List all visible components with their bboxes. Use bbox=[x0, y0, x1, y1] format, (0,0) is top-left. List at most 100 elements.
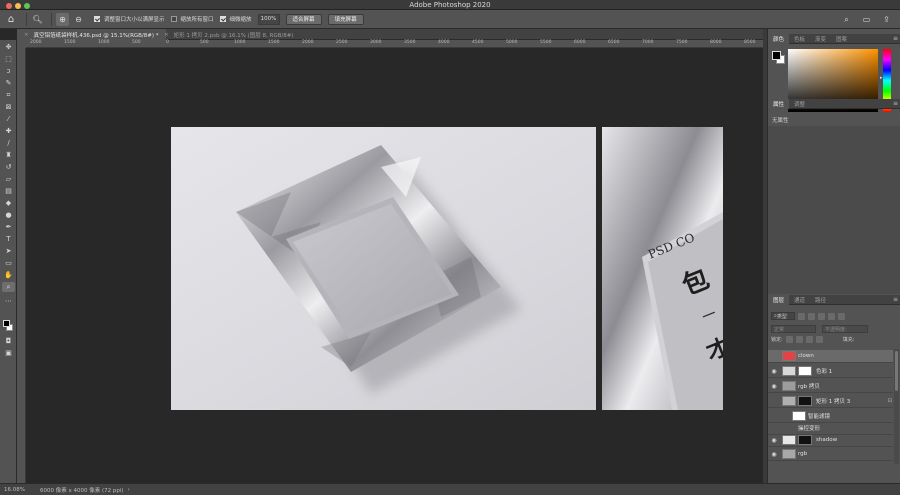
visibility-eye-icon[interactable]: ◉ bbox=[768, 368, 780, 375]
foreground-color-swatch[interactable] bbox=[3, 320, 10, 327]
resize-windows-checkbox[interactable]: 调整窗口大小以满屏显示 bbox=[94, 15, 165, 23]
more-tools-icon[interactable]: ⋯ bbox=[2, 296, 15, 306]
screen-mode-icon[interactable]: ▣ bbox=[2, 348, 15, 358]
fit-screen-button[interactable]: 适合屏幕 bbox=[285, 13, 322, 25]
document-canvas[interactable] bbox=[171, 127, 596, 410]
layer-row[interactable]: ◉ rgb 拷贝 bbox=[768, 380, 893, 393]
filter-smart-object-icon[interactable] bbox=[838, 312, 845, 320]
ruler-tick-label: 2500 bbox=[336, 40, 348, 45]
share-icon[interactable]: ⇪ bbox=[880, 13, 893, 26]
zoom-out-icon[interactable]: ⊖ bbox=[72, 13, 85, 26]
workspace-icon[interactable]: ▭ bbox=[860, 13, 873, 26]
visibility-eye-icon[interactable]: ◉ bbox=[768, 437, 780, 444]
eraser-tool-icon[interactable]: ▱ bbox=[2, 174, 15, 184]
frame-tool-icon[interactable]: ⊠ bbox=[2, 102, 15, 112]
panel-menu-icon[interactable]: ≡ bbox=[893, 296, 898, 303]
fill-screen-button[interactable]: 填充屏幕 bbox=[327, 13, 364, 25]
filter-adjustment-icon[interactable] bbox=[808, 312, 815, 320]
zoom-level[interactable]: 16.08% bbox=[4, 487, 34, 493]
move-tool-icon[interactable]: ✥ bbox=[2, 42, 15, 52]
tab-channels[interactable]: 通道 bbox=[789, 295, 810, 305]
properties-panel-body bbox=[768, 126, 900, 294]
close-tab-icon[interactable]: × bbox=[164, 32, 169, 38]
panel-menu-icon[interactable]: ≡ bbox=[893, 100, 898, 107]
blur-tool-icon[interactable]: ◆ bbox=[2, 198, 15, 208]
crop-tool-icon[interactable]: ⌗ bbox=[2, 90, 15, 100]
blend-mode-select[interactable]: 正常 bbox=[771, 325, 816, 333]
zoom-in-icon[interactable]: ⊕ bbox=[56, 12, 69, 26]
layer-thumbnail[interactable] bbox=[782, 449, 796, 459]
dodge-tool-icon[interactable]: ● bbox=[2, 210, 15, 220]
visibility-eye-icon[interactable]: ◉ bbox=[768, 451, 780, 458]
tab-gradients[interactable]: 渐变 bbox=[810, 34, 831, 44]
panel-menu-icon[interactable]: ≡ bbox=[893, 35, 898, 42]
tab-document-1[interactable]: × 真空铝箔纸袋样机.436.psd @ 15.1%(RGB/8#) * bbox=[17, 29, 166, 40]
layer-mask-thumbnail[interactable] bbox=[798, 366, 812, 376]
layer-thumbnail[interactable] bbox=[782, 366, 796, 376]
type-tool-icon[interactable]: T bbox=[2, 234, 15, 244]
clone-stamp-icon[interactable]: ♜ bbox=[2, 150, 15, 160]
close-tab-icon[interactable]: × bbox=[24, 32, 29, 38]
scrubby-zoom-checkbox[interactable]: 细微缩放 bbox=[219, 15, 252, 23]
lock-artboard-icon[interactable] bbox=[805, 336, 813, 343]
layer-thumbnail[interactable] bbox=[782, 351, 796, 361]
lock-all-icon[interactable] bbox=[815, 336, 823, 343]
gradient-tool-icon[interactable]: ▤ bbox=[2, 186, 15, 196]
ruler-tick-label: 0 bbox=[166, 40, 169, 45]
document-info[interactable]: 6000 像素 x 4000 像素 (72 ppi) bbox=[40, 486, 124, 494]
layer-row[interactable]: ◉ shadow bbox=[768, 434, 893, 447]
canvas-area[interactable]: PSD CO 包 一 才 bbox=[26, 48, 763, 483]
visibility-eye-icon[interactable]: ◉ bbox=[768, 383, 780, 390]
layer-row[interactable]: ◉ rgb bbox=[768, 448, 893, 461]
lock-position-icon[interactable] bbox=[795, 336, 803, 343]
opacity-field[interactable]: 不透明度: bbox=[822, 325, 868, 333]
layer-row[interactable]: clown bbox=[768, 350, 893, 363]
home-icon[interactable]: ⌂ bbox=[0, 10, 22, 29]
eyedropper-tool-icon[interactable]: ⁄ bbox=[2, 114, 15, 124]
hue-slider-marker[interactable]: ▸ bbox=[880, 75, 883, 81]
tab-document-2[interactable]: × 矩形 1 拷贝 2.psb @ 16.1% (图层 8, RGB/8#) bbox=[157, 29, 301, 40]
filter-pixel-icon[interactable] bbox=[798, 312, 805, 320]
lock-pixels-icon[interactable] bbox=[785, 336, 793, 343]
layer-row[interactable]: 矩形 1 拷贝 3 ⊡ bbox=[768, 395, 893, 408]
layer-row[interactable]: ◉ 色彩 1 bbox=[768, 365, 893, 378]
zoom-value-field[interactable]: 100% bbox=[257, 13, 280, 25]
tab-color[interactable]: 颜色 bbox=[768, 33, 790, 44]
quick-select-tool-icon[interactable]: ✎ bbox=[2, 78, 15, 88]
smart-object-icon[interactable]: ⊡ bbox=[888, 398, 892, 404]
tab-paths[interactable]: 路径 bbox=[810, 295, 831, 305]
filter-type-icon[interactable] bbox=[818, 312, 825, 320]
shape-tool-icon[interactable]: ▭ bbox=[2, 258, 15, 268]
status-menu-icon[interactable]: › bbox=[128, 487, 130, 493]
foreground-color-chip[interactable] bbox=[772, 51, 781, 60]
healing-brush-icon[interactable]: ✚ bbox=[2, 126, 15, 136]
layer-thumbnail[interactable] bbox=[782, 435, 796, 445]
layer-mask-thumbnail[interactable] bbox=[798, 396, 812, 406]
zoom-all-windows-checkbox[interactable]: 缩放所有窗口 bbox=[170, 15, 214, 23]
hand-tool-icon[interactable]: ✋ bbox=[2, 270, 15, 280]
layer-thumbnail[interactable] bbox=[782, 381, 796, 391]
secondary-document-canvas[interactable]: PSD CO 包 一 才 bbox=[602, 127, 723, 410]
pen-tool-icon[interactable]: ✒ bbox=[2, 222, 15, 232]
layer-thumbnail[interactable] bbox=[792, 411, 806, 421]
tab-adjustments[interactable]: 调整 bbox=[789, 99, 810, 109]
layer-mask-thumbnail[interactable] bbox=[798, 435, 812, 445]
zoom-tool-icon[interactable]: ⌕ bbox=[2, 282, 15, 292]
search-icon[interactable]: ⌕ bbox=[840, 13, 853, 26]
zoom-tool-preset-icon[interactable]: 🔍︎ bbox=[31, 13, 44, 26]
ruler-tick-label: 500 bbox=[200, 40, 209, 45]
marquee-tool-icon[interactable]: ⬚ bbox=[2, 54, 15, 64]
tab-layers[interactable]: 图层 bbox=[768, 294, 790, 305]
path-select-tool-icon[interactable]: ➤ bbox=[2, 246, 15, 256]
brush-tool-icon[interactable]: ∕ bbox=[2, 138, 15, 148]
filter-shape-icon[interactable] bbox=[828, 312, 835, 320]
layers-scrollbar[interactable] bbox=[894, 349, 899, 464]
tab-properties[interactable]: 属性 bbox=[768, 98, 790, 109]
tab-swatches[interactable]: 色板 bbox=[789, 34, 810, 44]
layer-thumbnail[interactable] bbox=[782, 396, 796, 406]
quick-mask-icon[interactable]: ◘ bbox=[2, 336, 15, 346]
tab-patterns[interactable]: 图案 bbox=[831, 34, 852, 44]
history-brush-icon[interactable]: ↺ bbox=[2, 162, 15, 172]
layer-kind-filter[interactable]: ⌕ 类型 bbox=[771, 312, 795, 320]
lasso-tool-icon[interactable]: ↄ bbox=[2, 66, 15, 76]
